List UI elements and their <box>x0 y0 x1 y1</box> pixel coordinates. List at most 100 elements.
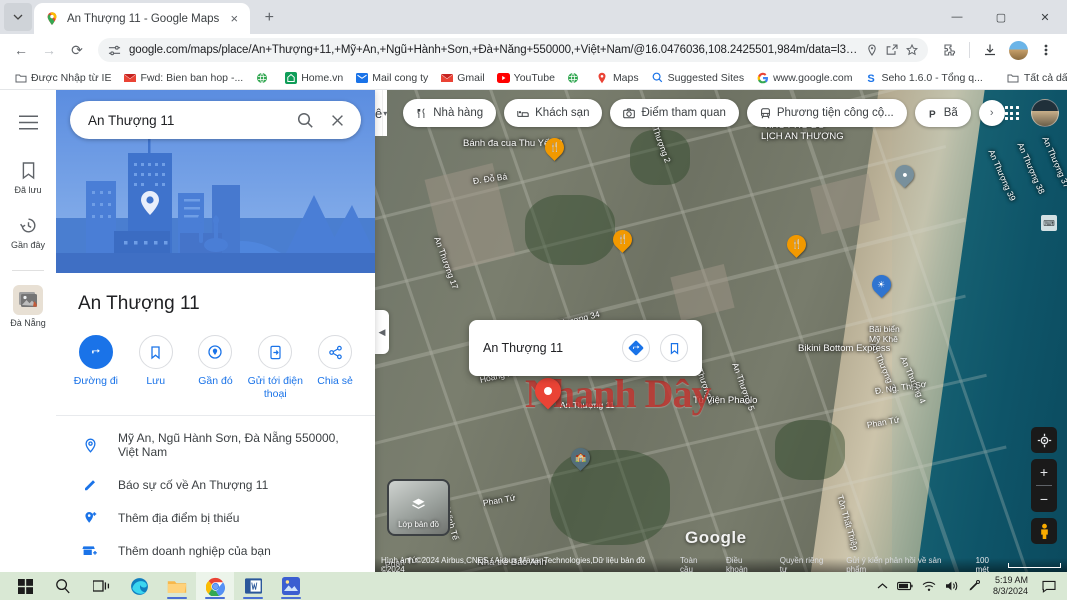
bookmark-icon[interactable] <box>660 334 688 362</box>
tune-icon[interactable] <box>108 44 121 57</box>
sidebar-item-danang[interactable]: Đà Nẵng <box>0 285 56 328</box>
photos-icon[interactable] <box>272 572 310 600</box>
chip-restaurants[interactable]: Nhà hàng <box>403 99 497 127</box>
detail-add-missing-place[interactable]: Thêm địa điểm bị thiếu <box>56 501 375 534</box>
attribution-link[interactable]: Điều khoản <box>726 556 766 572</box>
bookmark-item[interactable]: Fwd: Bien ban hop -... <box>117 69 249 86</box>
notification-icon[interactable] <box>1041 578 1057 594</box>
word-icon[interactable] <box>234 572 272 600</box>
file-explorer-icon[interactable] <box>158 572 196 600</box>
share-box-icon[interactable] <box>886 44 898 56</box>
close-icon[interactable]: × <box>226 11 242 27</box>
map-poi-pin[interactable]: ● <box>891 161 918 190</box>
windows-start-icon[interactable] <box>6 572 44 600</box>
search-value[interactable]: An Thượng 11 <box>88 113 289 128</box>
chips-next-button[interactable]: › <box>978 100 1005 126</box>
map-canvas[interactable]: Bánh đa cua Thu Yến 2 Đ. Đỗ Bá An Thượng 1… <box>375 90 1067 572</box>
pen-icon[interactable] <box>968 580 980 592</box>
bookmark-item[interactable]: Được Nhập từ IE <box>8 69 117 86</box>
my-location-icon[interactable] <box>1031 427 1057 453</box>
detail-address[interactable]: Mỹ An, Ngũ Hành Sơn, Đà Nẵng 550000, Việ… <box>56 422 375 468</box>
edge-browser-icon[interactable] <box>120 572 158 600</box>
search-icon[interactable] <box>44 572 82 600</box>
tab-search-dropdown-button[interactable] <box>4 3 32 31</box>
bookmark-item[interactable]: Home.vn <box>278 69 349 86</box>
keyboard-shortcuts-icon[interactable]: ⌨ <box>1041 215 1057 231</box>
attribution-link[interactable]: Gửi ý kiến phản hồi về sản phẩm <box>846 556 961 572</box>
action-send-to-phone[interactable]: Gửi tới điện thoại <box>245 335 305 401</box>
wifi-icon[interactable] <box>922 581 936 592</box>
reload-button[interactable]: ⟳ <box>64 37 90 63</box>
sidebar-item-recent[interactable]: Gần đây <box>0 213 56 250</box>
panel-collapse-handle[interactable]: ◀ <box>375 310 389 354</box>
location-pin-icon[interactable] <box>866 44 878 56</box>
bookmark-item[interactable] <box>249 69 278 86</box>
close-icon[interactable] <box>321 104 353 136</box>
three-dot-menu-icon[interactable] <box>1033 37 1059 63</box>
action-nearby[interactable]: Gần đó <box>186 335 246 388</box>
account-avatar[interactable] <box>1030 99 1059 127</box>
map-poi-pin[interactable]: 🍴 <box>541 134 568 163</box>
map-poi-pin[interactable]: 🍴 <box>609 226 636 255</box>
bookmark-item[interactable]: YouTube <box>491 69 561 86</box>
minimize-button[interactable]: — <box>935 0 979 34</box>
volume-icon[interactable] <box>945 580 959 592</box>
chip-parking[interactable]: P Bã <box>914 99 971 127</box>
attribution-link[interactable]: Toàn cầu <box>680 556 712 572</box>
google-apps-grid-icon[interactable] <box>1004 106 1019 120</box>
map-poi-pin[interactable]: 🏫 <box>567 444 594 473</box>
taskbar-clock[interactable]: 5:19 AM 8/3/2024 <box>989 575 1032 598</box>
bookmark-item[interactable]: Mail cong ty <box>349 69 434 86</box>
action-save[interactable]: Lưu <box>126 335 186 388</box>
map-info-card[interactable]: An Thượng 11 <box>469 320 702 376</box>
new-tab-button[interactable]: + <box>256 5 282 31</box>
bookmark-item[interactable] <box>561 69 590 86</box>
language-button[interactable]: ê <box>375 90 383 136</box>
hamburger-menu-icon[interactable] <box>10 104 46 140</box>
detail-add-label[interactable]: Thêm nhãn <box>56 567 375 572</box>
map-poi-pin[interactable]: 🍴 <box>783 231 810 260</box>
chevron-down-icon[interactable]: ▾ <box>382 90 388 136</box>
selected-place-pin[interactable] <box>529 372 567 414</box>
chip-attractions[interactable]: Điểm tham quan <box>610 99 739 127</box>
bookmark-label: YouTube <box>513 71 555 84</box>
puzzle-piece-icon[interactable] <box>936 37 962 63</box>
street-view-pegman-icon[interactable] <box>1031 518 1057 544</box>
star-icon[interactable] <box>906 44 918 56</box>
browser-tab[interactable]: An Thượng 11 - Google Maps × <box>34 3 251 34</box>
directions-icon[interactable] <box>622 334 650 362</box>
zoom-in-button[interactable]: + <box>1031 459 1057 485</box>
close-window-button[interactable]: ✕ <box>1023 0 1067 34</box>
forward-button[interactable]: → <box>36 37 62 63</box>
sidebar-item-saved[interactable]: Đã lưu <box>0 158 56 195</box>
zoom-out-button[interactable]: − <box>1031 486 1057 512</box>
chrome-browser-icon[interactable] <box>196 572 234 600</box>
bookmark-item[interactable]: www.google.com <box>750 69 858 86</box>
bookmark-item[interactable]: S Seho 1.6.0 - Tổng q... <box>858 69 988 86</box>
chip-transit[interactable]: Phương tiện công cộ... <box>746 99 907 127</box>
back-button[interactable]: ← <box>8 37 34 63</box>
search-input[interactable]: An Thượng 11 <box>70 101 361 139</box>
action-directions[interactable]: Đường đi <box>66 335 126 388</box>
download-icon[interactable] <box>977 37 1003 63</box>
my-location-button[interactable] <box>1031 427 1057 453</box>
action-share[interactable]: Chia sẻ <box>305 335 365 388</box>
profile-avatar[interactable] <box>1005 37 1031 63</box>
panel-hero-image: An Thượng 11 <box>56 90 375 273</box>
map-layers-button[interactable]: Lớp bản đồ <box>387 479 450 536</box>
chip-hotels[interactable]: Khách sạn <box>504 99 603 127</box>
all-bookmarks-button[interactable]: Tất cả dấu trang <box>1001 69 1067 86</box>
bookmark-item[interactable]: Maps <box>590 69 645 86</box>
search-icon[interactable] <box>289 104 321 136</box>
chevron-up-icon[interactable] <box>877 582 888 590</box>
attribution-link[interactable]: Quyền riêng tư <box>780 556 832 572</box>
map-poi-pin[interactable]: ☀ <box>868 271 895 300</box>
detail-add-business[interactable]: Thêm doanh nghiệp của bạn <box>56 534 375 567</box>
bookmark-item[interactable]: Gmail <box>434 69 490 86</box>
battery-icon[interactable] <box>897 581 913 591</box>
maximize-button[interactable]: ▢ <box>979 0 1023 34</box>
detail-report-issue[interactable]: Báo sự cố về An Thượng 11 <box>56 468 375 501</box>
task-view-icon[interactable] <box>82 572 120 600</box>
bookmark-item[interactable]: Suggested Sites <box>645 69 750 86</box>
address-bar[interactable]: google.com/maps/place/An+Thượng+11,+Mỹ+A… <box>98 38 928 62</box>
